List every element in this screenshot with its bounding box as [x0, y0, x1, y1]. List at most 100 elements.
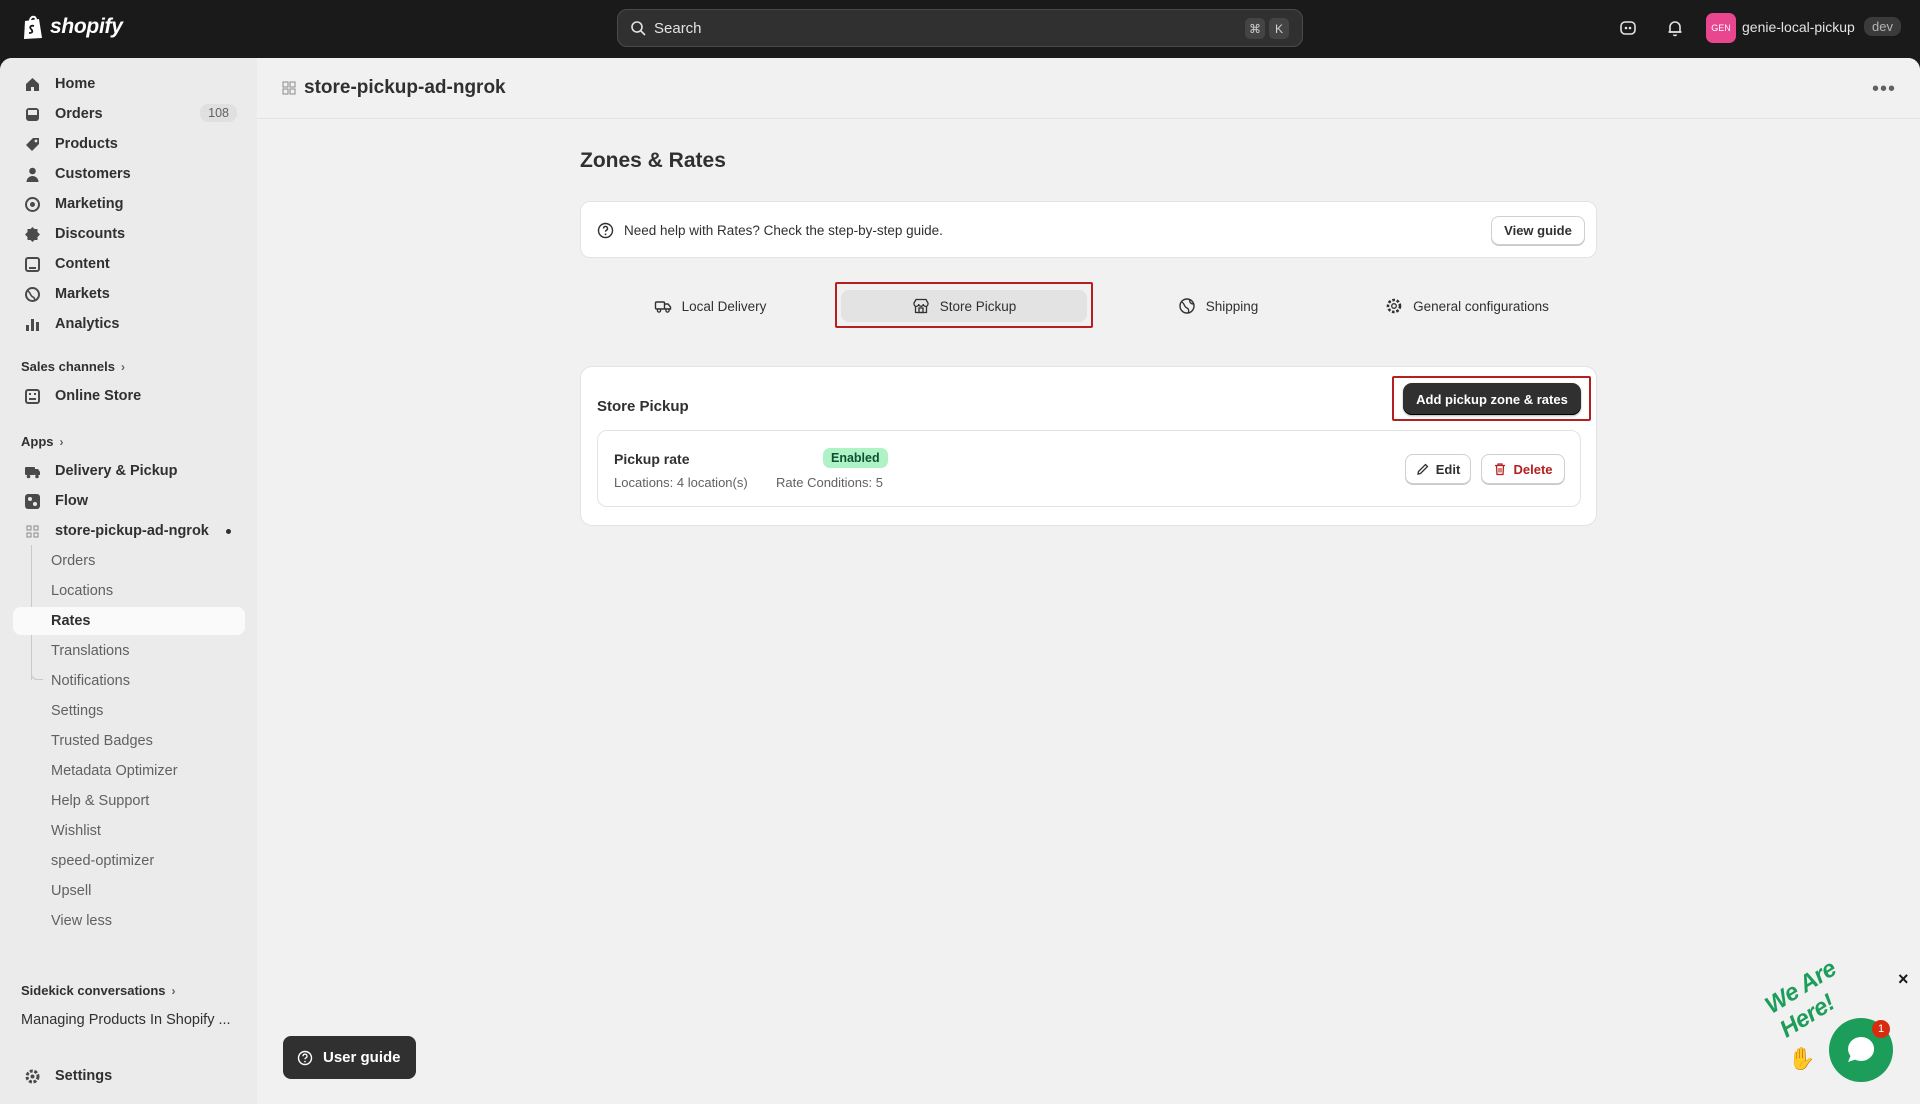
sidebar-subitem-locations[interactable]: Locations	[13, 577, 245, 605]
sidebar-subitem-help-support[interactable]: Help & Support	[13, 787, 245, 815]
sidebar-view-less[interactable]: View less	[13, 907, 245, 935]
search-bar[interactable]: Search ⌘ K	[617, 9, 1303, 47]
sales-channels-label: Sales channels	[21, 359, 115, 374]
waving-hand-icon: ✋	[1788, 1046, 1816, 1071]
admin-frame: Home Orders 108 Products Customers Marke…	[0, 58, 1920, 1104]
truck-icon	[25, 466, 40, 478]
sidebar-item-delivery-pickup[interactable]: Delivery & Pickup	[13, 457, 245, 485]
sidebar-subitem-orders[interactable]: Orders	[13, 547, 245, 575]
notification-bell-icon[interactable]	[1665, 18, 1685, 38]
sidebar-subitem-settings[interactable]: Settings	[13, 697, 245, 725]
sidebar-item-content[interactable]: Content	[13, 250, 245, 278]
help-text: Need help with Rates? Check the step-by-…	[624, 223, 943, 238]
chat-unread-badge: 1	[1872, 1020, 1890, 1038]
user-guide-label: User guide	[323, 1049, 401, 1066]
sidekick-icon[interactable]	[1618, 18, 1638, 38]
sidebar-subitem-wishlist[interactable]: Wishlist	[13, 817, 245, 845]
sidebar-subitem-speed-optimizer[interactable]: speed-optimizer	[13, 847, 245, 875]
bar-chart-icon	[26, 318, 39, 331]
sidebar-subitem-trusted-badges[interactable]: Trusted Badges	[13, 727, 245, 755]
gear-icon	[1386, 298, 1402, 314]
rate-name: Pickup rate	[614, 451, 690, 467]
flow-icon	[25, 493, 40, 509]
app-title: store-pickup-ad-ngrok	[304, 77, 506, 98]
chevron-right-icon: ›	[59, 434, 64, 449]
chat-bubble-icon	[1848, 1036, 1875, 1062]
shortcut-k-key: K	[1269, 18, 1289, 39]
sidebar-item-flow[interactable]: Flow	[13, 487, 245, 515]
sidekick-label: Sidekick conversations	[21, 983, 166, 998]
shopify-bag-icon	[24, 15, 42, 39]
chevron-right-icon: ›	[120, 359, 125, 374]
sidebar-item-settings[interactable]: Settings	[13, 1062, 245, 1090]
question-circle-icon	[297, 1050, 313, 1065]
app-grid-icon	[282, 81, 296, 95]
sidebar-item-discounts[interactable]: Discounts	[13, 220, 245, 248]
delivery-truck-icon	[654, 301, 671, 313]
active-app-dot	[226, 529, 231, 534]
edit-label: Edit	[1435, 461, 1461, 477]
tab-label: Store Pickup	[939, 298, 1017, 314]
apps-heading[interactable]: Apps ›	[21, 434, 64, 449]
search-icon	[631, 21, 646, 36]
tab-local-delivery[interactable]: Local Delivery	[586, 284, 834, 328]
sidebar-item-marketing[interactable]: Marketing	[13, 190, 245, 218]
edit-button[interactable]: Edit	[1405, 454, 1471, 484]
store-avatar[interactable]: GEN	[1706, 13, 1736, 43]
sidebar-subitem-metadata-optimizer[interactable]: Metadata Optimizer	[13, 757, 245, 785]
sidekick-conversation-item[interactable]: Managing Products In Shopify ...	[13, 1006, 245, 1034]
delete-button[interactable]: Delete	[1481, 454, 1565, 484]
sidebar-item-products[interactable]: Products	[13, 130, 245, 158]
sidebar-subitem-notifications[interactable]: Notifications	[13, 667, 245, 695]
sidekick-heading[interactable]: Sidekick conversations ›	[21, 983, 176, 998]
sidebar-item-label: Discounts	[55, 226, 126, 242]
sidebar-item-online-store[interactable]: Online Store	[13, 382, 245, 410]
delete-label: Delete	[1513, 461, 1553, 477]
more-actions-icon[interactable]: •••	[1872, 78, 1896, 101]
sidebar-item-analytics[interactable]: Analytics	[13, 310, 245, 338]
add-pickup-zone-button[interactable]: Add pickup zone & rates	[1403, 383, 1581, 415]
dev-store-tag: dev	[1864, 17, 1901, 36]
sidebar-item-label: store-pickup-ad-ngrok	[55, 523, 209, 539]
sales-channels-heading[interactable]: Sales channels ›	[21, 359, 125, 374]
search-placeholder: Search	[654, 19, 702, 37]
chat-close-icon[interactable]: ×	[1898, 969, 1909, 990]
content-icon	[25, 256, 40, 272]
tab-shipping[interactable]: Shipping	[1094, 284, 1342, 328]
globe-icon	[25, 286, 40, 302]
sidebar-subitem-translations[interactable]: Translations	[13, 637, 245, 665]
app-header: store-pickup-ad-ngrok •••	[257, 58, 1920, 119]
user-guide-button[interactable]: User guide	[283, 1036, 416, 1079]
sidebar-item-label: Home	[55, 76, 96, 92]
status-badge: Enabled	[823, 448, 888, 468]
rate-locations: Locations: 4 location(s)	[614, 475, 748, 490]
sidebar-subitem-upsell[interactable]: Upsell	[13, 877, 245, 905]
sidebar-item-customers[interactable]: Customers	[13, 160, 245, 188]
discount-icon	[25, 226, 40, 242]
sidebar-item-label: Online Store	[55, 388, 142, 404]
chevron-right-icon: ›	[171, 983, 176, 998]
home-icon	[26, 77, 39, 91]
tab-store-pickup[interactable]: Store Pickup	[835, 284, 1093, 328]
store-pickup-title: Store Pickup	[597, 398, 689, 415]
sidebar-item-label: Analytics	[55, 316, 120, 332]
page-title: Zones & Rates	[580, 149, 726, 172]
sidebar-item-label: Orders	[55, 106, 103, 122]
view-guide-button[interactable]: View guide	[1491, 216, 1585, 245]
sidebar-item-label: Markets	[55, 286, 110, 302]
sidebar-item-home[interactable]: Home	[13, 70, 245, 98]
shopify-logo[interactable]: shopify	[22, 14, 123, 40]
store-name[interactable]: genie-local-pickup	[1742, 19, 1855, 35]
sidebar-subitem-rates[interactable]: Rates	[13, 607, 245, 635]
sidebar-item-label: Delivery & Pickup	[55, 463, 178, 479]
apps-label: Apps	[21, 434, 54, 449]
sidebar: Home Orders 108 Products Customers Marke…	[0, 58, 257, 1104]
sidebar-item-label: Flow	[55, 493, 89, 509]
sidebar-item-store-pickup-app[interactable]: store-pickup-ad-ngrok	[13, 517, 245, 545]
target-icon	[25, 196, 40, 212]
tab-general-configurations[interactable]: General configurations	[1343, 284, 1591, 328]
sidebar-item-markets[interactable]: Markets	[13, 280, 245, 308]
tab-label: Local Delivery	[681, 298, 767, 314]
sidebar-item-orders[interactable]: Orders 108	[13, 100, 245, 128]
tab-label: Shipping	[1205, 298, 1259, 314]
